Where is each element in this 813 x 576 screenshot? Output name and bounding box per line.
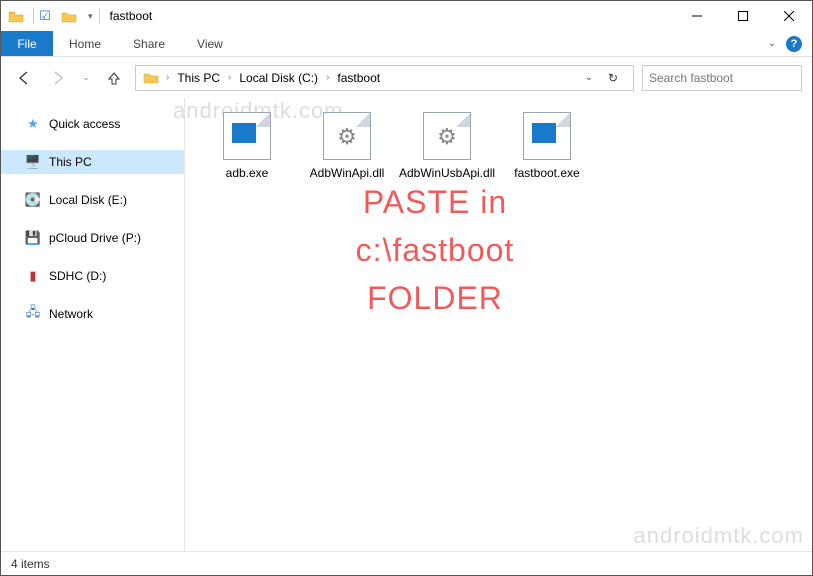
ribbon-expand-icon[interactable]: ⌄ <box>768 38 776 49</box>
overlay-line: PASTE in <box>265 178 605 226</box>
sidebar-spacer <box>1 174 184 188</box>
breadcrumb[interactable]: Local Disk (C:) <box>233 71 324 85</box>
address-dropdown-icon[interactable]: ⌄ <box>585 72 593 83</box>
breadcrumb[interactable]: This PC <box>171 71 226 85</box>
exe-icon <box>223 112 271 160</box>
explorer-body: ★ Quick access 🖥️ This PC 💽 Local Disk (… <box>1 98 812 551</box>
sidebar-item-label: Quick access <box>49 117 120 131</box>
computer-icon: 🖥️ <box>25 154 41 170</box>
window-controls <box>674 1 812 31</box>
dll-icon <box>423 112 471 160</box>
overlay-line: FOLDER <box>265 274 605 322</box>
search-placeholder: Search fastboot <box>649 71 733 85</box>
address-folder-icon <box>142 71 160 85</box>
sd-icon: ▮ <box>25 268 41 284</box>
maximize-button[interactable] <box>720 1 766 31</box>
chevron-right-icon[interactable]: › <box>226 72 233 83</box>
qat-dropdown-icon[interactable]: ▾ <box>84 11 97 22</box>
chevron-right-icon[interactable]: › <box>324 72 331 83</box>
close-button[interactable] <box>766 1 812 31</box>
back-button[interactable] <box>11 65 37 91</box>
watermark-text: androidmtk.com <box>633 523 804 549</box>
sidebar-item-label: Network <box>49 307 93 321</box>
disk-icon: 💽 <box>25 192 41 208</box>
address-bar[interactable]: › This PC › Local Disk (C:) › fastboot ⌄… <box>135 65 634 91</box>
file-pane[interactable]: androidmtk.com adb.exe AdbWinApi.dll Adb… <box>185 98 812 551</box>
drive-icon: 💾 <box>25 230 41 246</box>
recent-dropdown-icon[interactable]: ⌄ <box>79 65 93 91</box>
annotation-overlay: PASTE in c:\fastboot FOLDER <box>265 178 605 322</box>
search-input[interactable]: Search fastboot <box>642 65 802 91</box>
star-icon: ★ <box>25 116 41 132</box>
navigation-bar: ⌄ › This PC › Local Disk (C:) › fastboot… <box>1 57 812 98</box>
tab-view[interactable]: View <box>181 31 239 56</box>
qat-checkbox-icon[interactable]: ☑ <box>36 8 54 24</box>
title-bar: ☑ ▾ fastboot <box>1 1 812 31</box>
breadcrumb[interactable]: fastboot <box>331 71 386 85</box>
chevron-right-icon[interactable]: › <box>164 72 171 83</box>
sidebar-spacer <box>1 136 184 150</box>
overlay-line: c:\fastboot <box>265 226 605 274</box>
sidebar-item-pcloud-drive[interactable]: 💾 pCloud Drive (P:) <box>1 226 184 250</box>
separator <box>99 8 100 24</box>
file-item[interactable]: adb.exe <box>209 112 285 181</box>
sidebar-item-label: pCloud Drive (P:) <box>49 231 141 245</box>
status-item-count: 4 items <box>11 557 50 571</box>
up-button[interactable] <box>101 65 127 91</box>
file-item[interactable]: AdbWinApi.dll <box>309 112 385 181</box>
window-title: fastboot <box>110 9 153 23</box>
network-icon: 🖧 <box>25 306 41 322</box>
sidebar-item-label: This PC <box>49 155 92 169</box>
file-item[interactable]: fastboot.exe <box>509 112 585 181</box>
refresh-button[interactable]: ↻ <box>601 71 625 85</box>
sidebar-spacer <box>1 288 184 302</box>
tab-share[interactable]: Share <box>117 31 181 56</box>
file-grid: adb.exe AdbWinApi.dll AdbWinUsbApi.dll f… <box>209 112 812 181</box>
ribbon-tabs: File Home Share View ⌄ ? <box>1 31 812 57</box>
sidebar-item-quick-access[interactable]: ★ Quick access <box>1 112 184 136</box>
sidebar-item-this-pc[interactable]: 🖥️ This PC <box>1 150 184 174</box>
sidebar-item-label: SDHC (D:) <box>49 269 106 283</box>
sidebar-spacer <box>1 212 184 226</box>
sidebar-item-sdhc[interactable]: ▮ SDHC (D:) <box>1 264 184 288</box>
file-tab[interactable]: File <box>1 31 53 56</box>
file-item[interactable]: AdbWinUsbApi.dll <box>409 112 485 181</box>
quick-access-toolbar: ☑ ▾ <box>1 1 102 31</box>
minimize-button[interactable] <box>674 1 720 31</box>
navigation-pane: ★ Quick access 🖥️ This PC 💽 Local Disk (… <box>1 98 185 551</box>
dll-icon <box>323 112 371 160</box>
forward-button[interactable] <box>45 65 71 91</box>
sidebar-item-network[interactable]: 🖧 Network <box>1 302 184 326</box>
exe-icon <box>523 112 571 160</box>
sidebar-spacer <box>1 250 184 264</box>
app-icon <box>7 9 25 23</box>
sidebar-item-local-disk-e[interactable]: 💽 Local Disk (E:) <box>1 188 184 212</box>
file-name: adb.exe <box>226 166 269 181</box>
qat-folder-icon[interactable] <box>60 9 78 23</box>
separator <box>33 8 34 24</box>
tab-home[interactable]: Home <box>53 31 117 56</box>
status-bar: 4 items <box>1 551 812 575</box>
sidebar-item-label: Local Disk (E:) <box>49 193 127 207</box>
help-icon[interactable]: ? <box>786 36 802 52</box>
